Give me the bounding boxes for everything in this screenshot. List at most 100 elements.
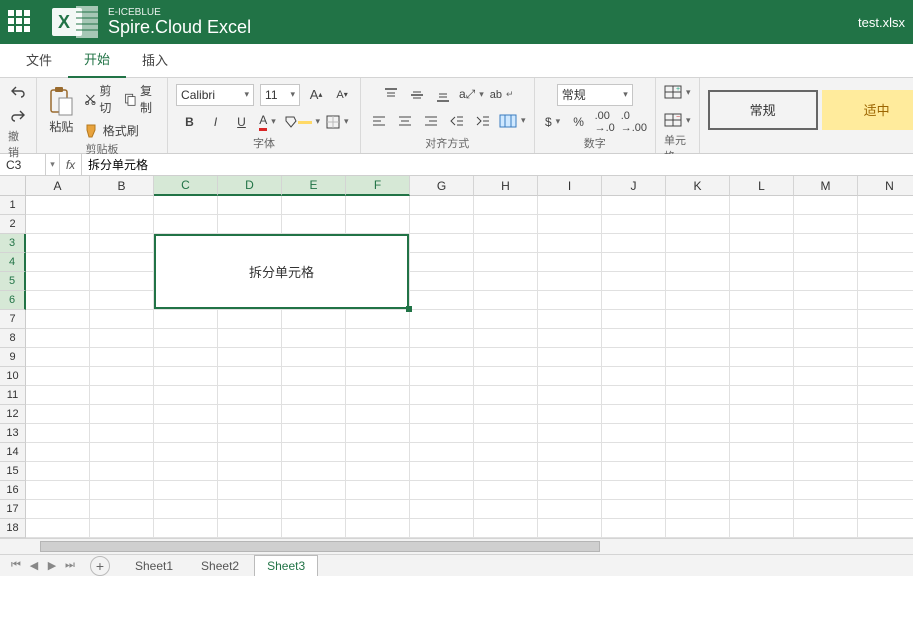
currency-button[interactable]: $▾ [543,112,563,132]
ribbon: 撤销 粘贴 剪切 复制 格式刷 剪贴板 Calibri▾ 11▾ A▴ A [0,78,913,154]
horizontal-scrollbar[interactable] [0,538,913,554]
name-box-dropdown[interactable]: ▾ [46,154,60,175]
row-header-3[interactable]: 3 [0,234,26,253]
sheet-tab-1[interactable]: Sheet1 [122,555,186,577]
paste-button[interactable]: 粘贴 [45,86,78,135]
row-header-9[interactable]: 9 [0,348,26,367]
align-right-button[interactable] [421,111,441,131]
bold-button[interactable]: B [180,112,200,132]
row-header-1[interactable]: 1 [0,196,26,215]
fill-handle[interactable] [406,306,412,312]
number-format-select[interactable]: 常规▾ [557,84,633,106]
col-header-E[interactable]: E [282,176,346,196]
row-header-4[interactable]: 4 [0,253,26,272]
align-center-button[interactable] [395,111,415,131]
row-header-2[interactable]: 2 [0,215,26,234]
select-all-corner[interactable] [0,176,26,196]
font-color-button[interactable]: A▾ [258,112,278,132]
row-header-12[interactable]: 12 [0,405,26,424]
align-middle-button[interactable] [407,85,427,105]
style-moderate[interactable]: 适中 [822,90,913,130]
col-header-H[interactable]: H [474,176,538,196]
row-header-11[interactable]: 11 [0,386,26,405]
decrease-decimal-button[interactable]: .0→.00 [621,112,647,132]
merge-cells-button[interactable]: ▾ [499,111,526,131]
col-header-A[interactable]: A [26,176,90,196]
sheet-nav-first[interactable]: ⏮ [8,558,24,574]
col-header-N[interactable]: N [858,176,913,196]
col-header-L[interactable]: L [730,176,794,196]
wrap-text-button[interactable]: ab↵ [490,85,514,105]
format-painter-button[interactable]: 格式刷 [84,122,139,139]
svg-text:X: X [58,12,70,32]
decrease-indent-button[interactable] [447,111,467,131]
row-headers: 1234567891011121314151617181920 [0,196,26,576]
name-box[interactable]: C3 [0,154,46,175]
font-size-select[interactable]: 11▾ [260,84,300,106]
col-header-C[interactable]: C [154,176,218,196]
col-header-B[interactable]: B [90,176,154,196]
row-header-18[interactable]: 18 [0,519,26,538]
increase-font-button[interactable]: A▴ [306,85,326,105]
app-launcher-icon[interactable] [8,10,32,34]
delete-cells-button[interactable]: −▾ [664,110,691,130]
undo-button[interactable] [8,82,28,102]
brand-text: E-ICEBLUE Spire.Cloud Excel [108,7,251,38]
merged-selection[interactable]: 拆分单元格 [154,234,409,309]
group-number-label: 数字 [584,133,606,151]
align-left-button[interactable] [369,111,389,131]
increase-decimal-button[interactable]: .00→.0 [595,112,615,132]
add-sheet-button[interactable]: + [90,556,110,576]
sheet-nav-prev[interactable]: ◀ [26,558,42,574]
col-header-K[interactable]: K [666,176,730,196]
formula-input[interactable] [82,154,913,175]
underline-button[interactable]: U [232,112,252,132]
row-header-5[interactable]: 5 [0,272,26,291]
fill-color-button[interactable]: ▾ [284,112,321,132]
col-header-D[interactable]: D [218,176,282,196]
row-header-7[interactable]: 7 [0,310,26,329]
fx-icon[interactable]: fx [60,154,82,175]
col-header-F[interactable]: F [346,176,410,196]
font-name-select[interactable]: Calibri▾ [176,84,254,106]
align-bottom-button[interactable] [433,85,453,105]
hscroll-thumb[interactable] [40,541,600,552]
tab-file[interactable]: 文件 [10,42,68,77]
italic-button[interactable]: I [206,112,226,132]
group-alignment-label: 对齐方式 [425,133,469,151]
row-header-10[interactable]: 10 [0,367,26,386]
insert-cells-button[interactable]: +▾ [664,82,691,102]
row-header-17[interactable]: 17 [0,500,26,519]
col-header-G[interactable]: G [410,176,474,196]
sheet-tab-2[interactable]: Sheet2 [188,555,252,577]
align-top-button[interactable] [381,85,401,105]
tab-insert[interactable]: 插入 [126,42,184,77]
group-font-label: 字体 [253,133,275,151]
percent-button[interactable]: % [569,112,589,132]
row-header-15[interactable]: 15 [0,462,26,481]
row-header-16[interactable]: 16 [0,481,26,500]
group-font: Calibri▾ 11▾ A▴ A▾ B I U A▾ ▾ ▾ 字体 [168,78,361,153]
col-header-I[interactable]: I [538,176,602,196]
style-normal[interactable]: 常规 [708,90,818,130]
row-header-6[interactable]: 6 [0,291,26,310]
merged-cell-text: 拆分单元格 [249,262,314,281]
tab-start[interactable]: 开始 [68,41,126,78]
border-button[interactable]: ▾ [326,112,349,132]
sheet-nav-last[interactable]: ⏭ [62,558,78,574]
col-header-M[interactable]: M [794,176,858,196]
orientation-button[interactable]: a⤢▾ [459,85,484,105]
copy-button[interactable]: 复制 [124,82,159,116]
redo-button[interactable] [8,106,28,126]
cut-button[interactable]: 剪切 [84,82,119,116]
column-headers: ABCDEFGHIJKLMN [26,176,913,196]
row-header-13[interactable]: 13 [0,424,26,443]
sheet-tab-bar: ⏮ ◀ ▶ ⏭ + Sheet1 Sheet2 Sheet3 [0,554,913,576]
decrease-font-button[interactable]: A▾ [332,85,352,105]
row-header-14[interactable]: 14 [0,443,26,462]
row-header-8[interactable]: 8 [0,329,26,348]
sheet-nav-next[interactable]: ▶ [44,558,60,574]
increase-indent-button[interactable] [473,111,493,131]
sheet-tab-3[interactable]: Sheet3 [254,555,318,577]
col-header-J[interactable]: J [602,176,666,196]
